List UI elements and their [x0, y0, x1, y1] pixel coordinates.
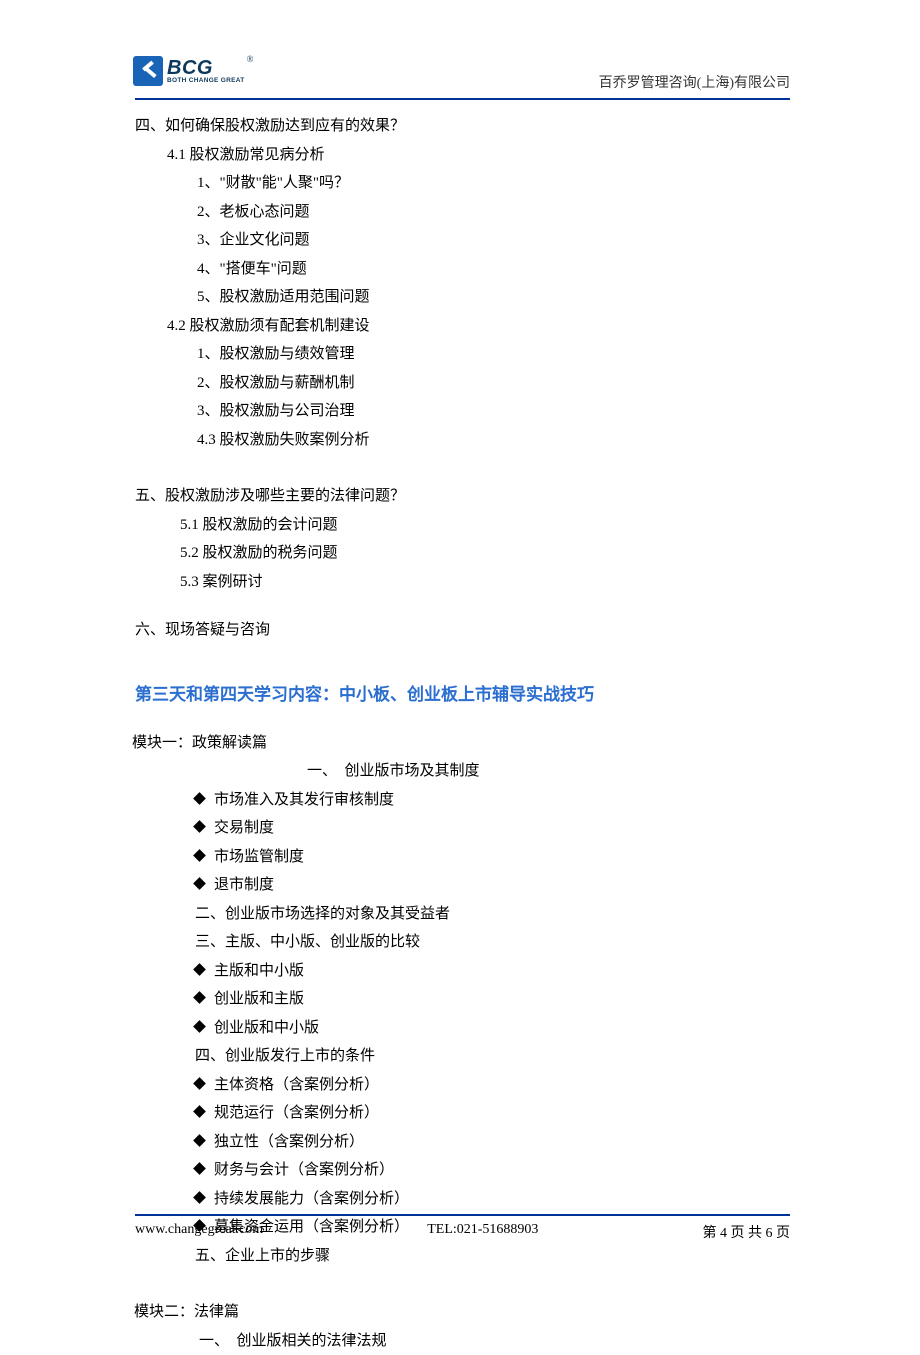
- section-4-3: 4.3 股权激励失败案例分析: [197, 426, 790, 455]
- module-1-sub5: 五、企业上市的步骤: [195, 1242, 790, 1271]
- bullet-item: 退市制度: [195, 871, 790, 900]
- diamond-icon: [193, 877, 206, 890]
- diamond-icon: [193, 1134, 206, 1147]
- section-4-1: 4.1 股权激励常见病分析: [167, 141, 790, 170]
- diamond-icon: [193, 792, 206, 805]
- bullet-item: 持续发展能力（含案例分析）: [195, 1185, 790, 1214]
- logo-icon: [133, 56, 163, 86]
- bullet-text: 交易制度: [214, 820, 274, 836]
- diamond-icon: [193, 1077, 206, 1090]
- bullet-text: 规范运行（含案例分析）: [214, 1105, 379, 1121]
- module-1-sub4: 四、创业版发行上市的条件: [195, 1042, 790, 1071]
- diamond-icon: [193, 963, 206, 976]
- section-5-title: 五、股权激励涉及哪些主要的法律问题？: [135, 482, 790, 511]
- section-4-2: 4.2 股权激励须有配套机制建设: [167, 312, 790, 341]
- diamond-icon: [193, 1191, 206, 1204]
- company-name: 百乔罗管理咨询(上海)有限公司: [599, 72, 790, 92]
- section-6-title: 六、现场答疑与咨询: [135, 616, 790, 645]
- blue-heading: 第三天和第四天学习内容：中小板、创业板上市辅导实战技巧: [135, 679, 790, 711]
- module-1-sub2: 二、创业版市场选择的对象及其受益者: [195, 900, 790, 929]
- module-2-title: 模块二：法律篇: [134, 1298, 790, 1327]
- bullet-text: 财务与会计（含案例分析）: [214, 1162, 394, 1178]
- bullet-item: 规范运行（含案例分析）: [195, 1099, 790, 1128]
- bullet-item: 创业版和中小版: [195, 1014, 790, 1043]
- bullet-text: 主体资格（含案例分析）: [214, 1077, 379, 1093]
- bullet-text: 市场监管制度: [214, 849, 304, 865]
- item-4-1-2: 2、老板心态问题: [197, 198, 790, 227]
- document-body: 四、如何确保股权激励达到应有的效果？ 4.1 股权激励常见病分析 1、"财散"能…: [135, 110, 790, 1355]
- module-1-sub3: 三、主版、中小版、创业版的比较: [195, 928, 790, 957]
- bullet-text: 创业版和中小版: [214, 1020, 319, 1036]
- module-1-sub1: 一、 创业版市场及其制度: [307, 757, 790, 786]
- diamond-icon: [193, 820, 206, 833]
- bullet-item: 独立性（含案例分析）: [195, 1128, 790, 1157]
- section-4-title: 四、如何确保股权激励达到应有的效果？: [135, 112, 790, 141]
- page-header: BCG BOTH CHANGE GREAT ® 百乔罗管理咨询(上海)有限公司: [135, 60, 790, 100]
- diamond-icon: [193, 1162, 206, 1175]
- footer-tel: TEL:021-51688903: [427, 1222, 538, 1242]
- module-2-sub1: 一、 创业版相关的法律法规: [199, 1327, 790, 1355]
- registered-mark: ®: [247, 54, 254, 64]
- footer-divider: [135, 1214, 790, 1216]
- item-4-1-4: 4、"搭便车"问题: [197, 255, 790, 284]
- diamond-icon: [193, 849, 206, 862]
- section-5-1: 5.1 股权激励的会计问题: [180, 511, 790, 540]
- module-1-title: 模块一：政策解读篇: [132, 729, 790, 758]
- bullet-item: 主体资格（含案例分析）: [195, 1071, 790, 1100]
- item-4-1-5: 5、股权激励适用范围问题: [197, 283, 790, 312]
- logo-sub-text: BOTH CHANGE GREAT: [167, 78, 245, 85]
- bullet-text: 持续发展能力（含案例分析）: [214, 1191, 409, 1207]
- item-4-1-3: 3、企业文化问题: [197, 226, 790, 255]
- bullet-item: 市场监管制度: [195, 843, 790, 872]
- logo: BCG BOTH CHANGE GREAT ®: [133, 56, 253, 86]
- bullet-text: 退市制度: [214, 877, 274, 893]
- logo-main-text: BCG: [167, 58, 245, 78]
- bullet-text: 市场准入及其发行审核制度: [214, 792, 394, 808]
- diamond-icon: [193, 991, 206, 1004]
- footer-page: 第 4 页 共 6 页: [703, 1222, 791, 1242]
- bullet-text: 独立性（含案例分析）: [214, 1134, 364, 1150]
- diamond-icon: [193, 1105, 206, 1118]
- section-5-3: 5.3 案例研讨: [180, 568, 790, 597]
- bullet-item: 交易制度: [195, 814, 790, 843]
- item-4-1-1: 1、"财散"能"人聚"吗？: [197, 169, 790, 198]
- diamond-icon: [193, 1020, 206, 1033]
- bullet-item: 财务与会计（含案例分析）: [195, 1156, 790, 1185]
- footer-url: www.changegreat.com: [135, 1222, 263, 1242]
- bullet-item: 市场准入及其发行审核制度: [195, 786, 790, 815]
- section-5-2: 5.2 股权激励的税务问题: [180, 539, 790, 568]
- item-4-2-1: 1、股权激励与绩效管理: [197, 340, 790, 369]
- bullet-item: 主版和中小版: [195, 957, 790, 986]
- item-4-2-2: 2、股权激励与薪酬机制: [197, 369, 790, 398]
- bullet-text: 创业版和主版: [214, 991, 304, 1007]
- bullet-item: 创业版和主版: [195, 985, 790, 1014]
- bullet-text: 主版和中小版: [214, 963, 304, 979]
- page-footer: www.changegreat.com TEL:021-51688903 第 4…: [135, 1214, 790, 1242]
- item-4-2-3: 3、股权激励与公司治理: [197, 397, 790, 426]
